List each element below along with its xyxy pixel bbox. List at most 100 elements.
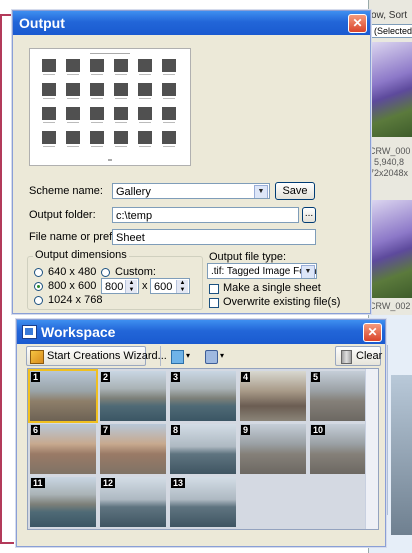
width-spinner-icon[interactable]: ▲ ▼ — [125, 280, 137, 293]
preview-cell — [66, 131, 80, 144]
background-photo-strip — [391, 375, 412, 535]
preview-cell — [42, 107, 56, 120]
custom-width-input[interactable]: 800 ▲ ▼ — [101, 278, 139, 294]
workspace-thumbnail-grid: 1 2 3 4 5 6 7 8 9 10 11 12 13 — [27, 368, 379, 530]
preview-cell — [138, 83, 152, 96]
callout-bracket-top — [0, 14, 12, 16]
thumbnail-number: 3 — [171, 372, 181, 382]
view-options-menu-icon[interactable]: ▾ — [204, 347, 230, 365]
preview-caption-line — [115, 74, 127, 75]
save-button[interactable]: Save — [275, 182, 315, 200]
workspace-thumbnail[interactable]: 12 — [100, 477, 166, 527]
thumbnail-number: 5 — [311, 372, 321, 382]
preview-caption-line — [43, 74, 55, 75]
preview-caption-line — [139, 122, 151, 123]
thumbnail-number: 9 — [241, 425, 251, 435]
chevron-down-icon[interactable]: ▼ — [254, 185, 268, 198]
thumbnail-number: 4 — [241, 372, 251, 382]
file-prefix-label: File name or prefix: — [29, 231, 124, 243]
preview-caption-line — [163, 122, 175, 123]
workspace-thumbnail[interactable]: 13 — [170, 477, 236, 527]
preview-cell — [114, 107, 128, 120]
dim-1024-radio[interactable] — [34, 296, 43, 305]
workspace-thumbnail[interactable]: 7 — [100, 424, 166, 474]
thumb1-caption-dims: 72x2048x — [369, 168, 409, 178]
browse-folder-button[interactable]: ... — [302, 207, 316, 223]
close-icon[interactable]: ✕ — [348, 14, 367, 33]
workspace-window-icon — [22, 325, 37, 339]
iris-thumbnail-1[interactable] — [371, 42, 412, 137]
thumbnail-number: 13 — [171, 478, 186, 488]
preview-cell — [138, 59, 152, 72]
thumb2-caption-name: CRW_002 — [369, 301, 411, 311]
preview-caption-line — [139, 146, 151, 147]
workspace-thumbnail[interactable]: 1 — [28, 369, 98, 423]
output-folder-label: Output folder: — [29, 209, 96, 221]
scheme-name-combo[interactable]: Gallery ▼ — [112, 183, 270, 199]
dim-640-radio[interactable] — [34, 268, 43, 277]
thumbnail-number: 8 — [171, 425, 181, 435]
output-title: Output — [19, 15, 65, 31]
custom-label: Custom: — [115, 266, 156, 278]
workspace-thumbnail[interactable]: 11 — [30, 477, 96, 527]
wizard-button-label: Start Creations Wizard... — [47, 350, 167, 362]
toolbar-separator — [160, 346, 161, 366]
iris-thumbnail-2[interactable] — [371, 200, 412, 298]
dim-800-radio[interactable] — [34, 282, 43, 291]
trash-icon — [341, 350, 352, 364]
clear-button[interactable]: Clear — [335, 346, 382, 366]
preview-caption-line — [67, 122, 79, 123]
output-file-type-combo[interactable]: .tif: Tagged Image Form ▼ — [207, 263, 317, 279]
workspace-scrollbar[interactable] — [365, 369, 378, 529]
output-folder-input[interactable]: c:\temp — [112, 207, 299, 223]
preview-cell — [90, 107, 104, 120]
custom-x-label: x — [142, 280, 148, 292]
single-sheet-label: Make a single sheet — [223, 282, 321, 294]
single-sheet-checkbox[interactable] — [209, 284, 219, 294]
file-prefix-input[interactable]: Sheet — [112, 229, 316, 245]
thumbnail-number: 10 — [311, 425, 326, 435]
preview-caption-line — [115, 98, 127, 99]
custom-radio[interactable] — [101, 268, 110, 277]
preview-cell — [162, 107, 176, 120]
preview-caption-line — [115, 146, 127, 147]
preview-cell — [42, 59, 56, 72]
output-file-type-label: Output file type: — [209, 251, 287, 263]
thumbnail-number: 2 — [101, 372, 111, 382]
thumbnail-number: 1 — [31, 372, 41, 382]
preview-caption-line — [139, 74, 151, 75]
scheme-name-label: Scheme name: — [29, 185, 103, 197]
height-spinner-icon[interactable]: ▲ ▼ — [176, 280, 188, 293]
preview-caption-line — [91, 74, 103, 75]
add-images-menu-icon[interactable]: ▾ — [170, 347, 196, 365]
preview-cell — [90, 59, 104, 72]
workspace-thumbnail[interactable]: 6 — [30, 424, 96, 474]
output-dimensions-label: Output dimensions — [33, 249, 129, 261]
preview-cell — [162, 59, 176, 72]
workspace-thumbnail[interactable]: 2 — [100, 371, 166, 421]
workspace-thumbnail[interactable]: 8 — [170, 424, 236, 474]
scheme-name-value: Gallery — [116, 186, 151, 198]
background-selected-field[interactable]: (Selected — [371, 24, 412, 38]
workspace-thumbnail[interactable]: 9 — [240, 424, 306, 474]
background-toolbar-text: ow, Sort — [371, 10, 408, 21]
preview-caption-line — [67, 146, 79, 147]
output-titlebar[interactable]: Output ✕ — [13, 11, 370, 35]
preview-cell — [138, 107, 152, 120]
custom-height-input[interactable]: 600 ▲ ▼ — [150, 278, 190, 294]
overwrite-label: Overwrite existing file(s) — [223, 296, 341, 308]
workspace-title: Workspace — [41, 324, 116, 340]
workspace-thumbnail[interactable]: 4 — [240, 371, 306, 421]
preview-cell — [114, 59, 128, 72]
preview-caption-line — [67, 74, 79, 75]
chevron-down-icon[interactable]: ▼ — [301, 265, 315, 278]
preview-cell — [90, 83, 104, 96]
callout-bracket-vertical — [0, 14, 2, 544]
close-icon[interactable]: ✕ — [363, 323, 382, 342]
preview-header-line — [90, 53, 130, 54]
start-creations-wizard-button[interactable]: Start Creations Wizard... — [26, 346, 167, 366]
workspace-thumbnail[interactable]: 3 — [170, 371, 236, 421]
workspace-titlebar[interactable]: Workspace ✕ — [17, 320, 385, 344]
overwrite-checkbox[interactable] — [209, 298, 219, 308]
preview-caption-line — [43, 146, 55, 147]
